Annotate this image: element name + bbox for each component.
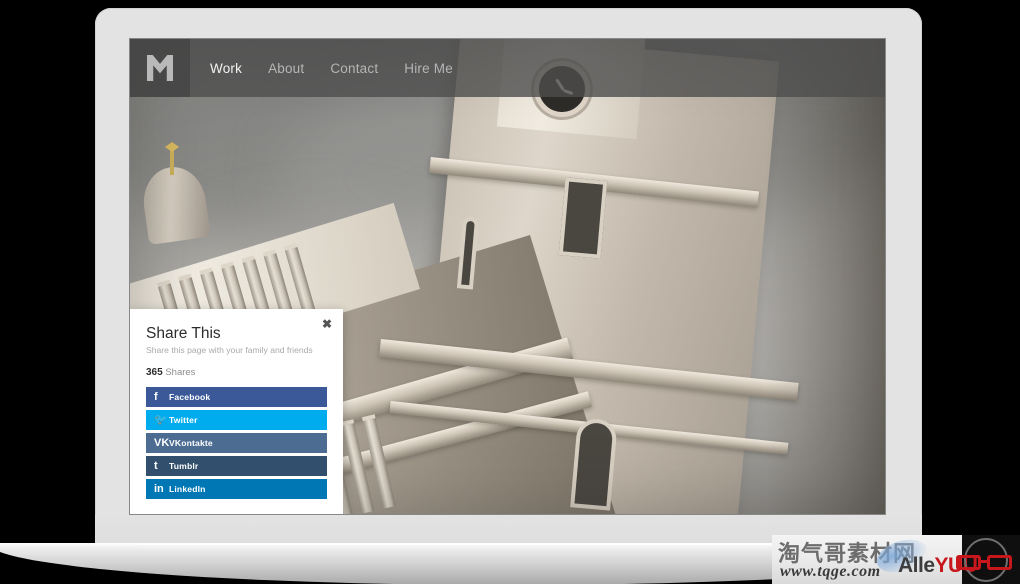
share-panel-subtitle: Share this page with your family and fri… xyxy=(146,345,313,355)
facebook-icon: f xyxy=(154,390,158,403)
m-logo-icon xyxy=(147,55,173,81)
share-count-label: Shares xyxy=(165,367,196,378)
share-button-label: LinkedIn xyxy=(169,484,206,494)
site-logo[interactable] xyxy=(130,39,190,97)
share-count: 365 Shares xyxy=(146,367,327,378)
linkedin-icon: in xyxy=(154,482,164,495)
nav-item-about[interactable]: About xyxy=(268,61,304,76)
twitter-icon: 🐦 xyxy=(154,413,168,426)
nav-item-contact[interactable]: Contact xyxy=(330,61,378,76)
watermark-url: www.tqge.com xyxy=(780,563,881,580)
site-navbar: Work About Contact Hire Me xyxy=(130,39,885,97)
nav-item-hire-me[interactable]: Hire Me xyxy=(404,61,453,76)
share-button-label: Tumblr xyxy=(169,461,199,471)
share-button-label: Twitter xyxy=(169,415,198,425)
share-button-facebook[interactable]: f Facebook xyxy=(146,387,327,407)
share-button-vkontakte[interactable]: VK VKontakte xyxy=(146,433,327,453)
laptop-screen: Work About Contact Hire Me ✖ Share This … xyxy=(130,39,885,514)
screenshot-stage: Work About Contact Hire Me ✖ Share This … xyxy=(0,0,1020,584)
share-button-tumblr[interactable]: t Tumblr xyxy=(146,456,327,476)
share-button-linkedin[interactable]: in LinkedIn xyxy=(146,479,327,499)
share-button-twitter[interactable]: 🐦 Twitter xyxy=(146,410,327,430)
watermark: 淘气哥素材网 www.tqge.com AlleYUU xyxy=(772,535,1020,584)
share-button-label: Facebook xyxy=(169,392,211,402)
share-button-label: VKontakte xyxy=(169,438,213,448)
watermark-glasses-icon xyxy=(954,555,1016,570)
watermark-brand-prefix: Alle xyxy=(898,554,935,577)
nav-item-work[interactable]: Work xyxy=(210,61,242,76)
tumblr-icon: t xyxy=(154,459,158,472)
close-icon[interactable]: ✖ xyxy=(322,318,332,330)
share-button-list: f Facebook 🐦 Twitter VK VKontakte t Tumblr in Lin… xyxy=(146,387,327,499)
share-panel: ✖ Share This Share this page with your f… xyxy=(130,309,343,514)
share-count-number: 365 xyxy=(146,367,163,378)
share-panel-title: Share This xyxy=(146,325,221,342)
vkontakte-icon: VK xyxy=(154,436,170,449)
nav-links: Work About Contact Hire Me xyxy=(210,61,453,76)
